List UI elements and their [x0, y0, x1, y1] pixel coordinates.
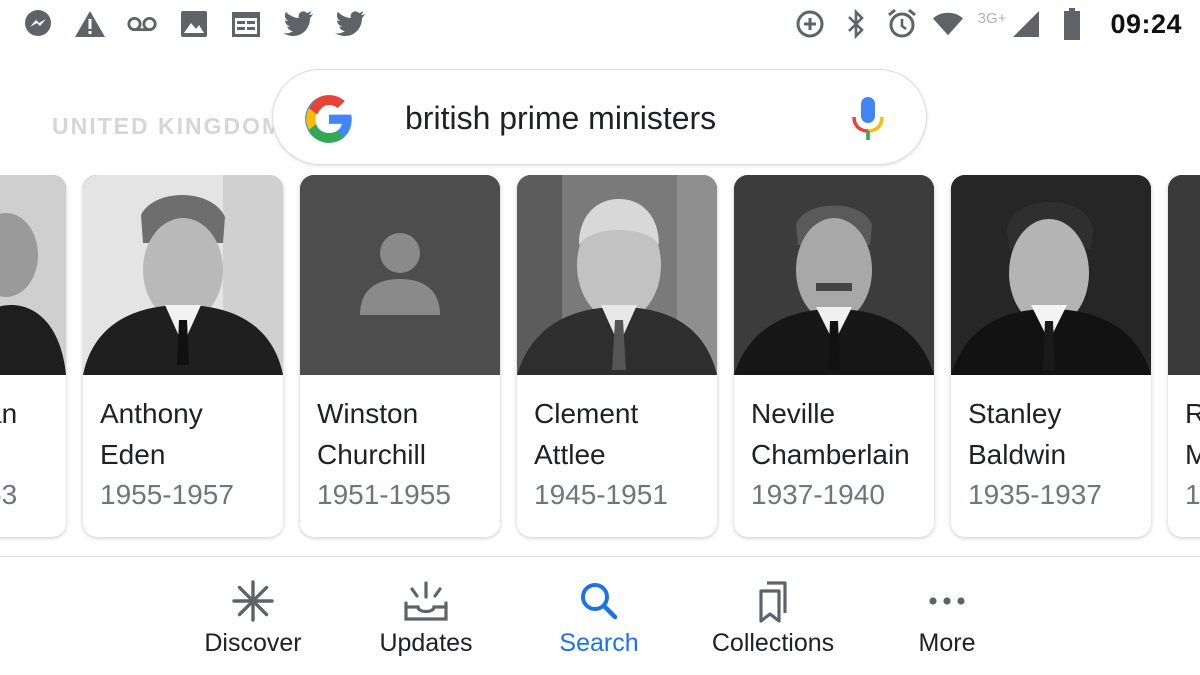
- person-name: Anthony Eden: [100, 398, 203, 470]
- more-dots-icon: [929, 597, 965, 605]
- nav-label: Collections: [711, 629, 835, 657]
- person-card[interactable]: Winston Churchill 1951-1955: [300, 175, 500, 537]
- notification-icons: [22, 8, 366, 40]
- search-icon: [581, 583, 618, 620]
- person-photo: [0, 175, 66, 375]
- nav-label: More: [918, 629, 976, 657]
- person-years: 1951-1955: [317, 479, 451, 510]
- person-years: 53: [0, 479, 18, 510]
- inbox-updates-icon: [404, 581, 448, 621]
- alarm-icon: [886, 8, 918, 40]
- person-name: R M: [1185, 398, 1200, 470]
- nav-label: Search: [559, 629, 639, 657]
- person-photo: [517, 175, 717, 375]
- person-name: Winston Churchill: [317, 398, 426, 470]
- bookmarks-icon: [759, 581, 787, 623]
- search-bar[interactable]: british prime ministers: [272, 69, 927, 165]
- person-years: 1937-1940: [751, 479, 885, 510]
- person-card[interactable]: Anthony Eden 1955-1957: [83, 175, 283, 537]
- person-card[interactable]: R M 1: [1168, 175, 1200, 537]
- calendar-icon: [230, 8, 262, 40]
- nav-more[interactable]: More: [862, 579, 1032, 669]
- data-saver-icon: [794, 8, 826, 40]
- wifi-icon: [932, 8, 964, 40]
- placeholder-person-icon: [300, 175, 500, 375]
- knowledge-panel-heading: UNITED KINGDOM: [52, 113, 282, 139]
- person-name: Neville Chamberlain: [751, 398, 910, 470]
- nav-search[interactable]: Search: [514, 579, 684, 669]
- person-years: 1955-1957: [100, 479, 234, 510]
- voicemail-icon: [126, 8, 158, 40]
- battery-icon: [1056, 8, 1088, 40]
- google-logo: [305, 95, 352, 143]
- asterisk-icon: [232, 580, 274, 622]
- person-photo: [951, 175, 1151, 375]
- person-name: an: [0, 398, 18, 429]
- prime-ministers-carousel[interactable]: an 53 Anthony Eden 1955-1957: [0, 175, 1200, 545]
- person-card[interactable]: Stanley Baldwin 1935-1937: [951, 175, 1151, 537]
- clock: 09:24: [1110, 8, 1182, 39]
- bottom-navigation: Discover Updates Search Collections More: [0, 557, 1200, 675]
- person-card[interactable]: an 53: [0, 175, 66, 537]
- nav-updates[interactable]: Updates: [341, 579, 511, 669]
- person-photo: [83, 175, 283, 375]
- system-icons: 3G+ 09:24: [794, 8, 1182, 40]
- network-type-label: 3G+: [977, 9, 1007, 27]
- person-name: Clement Attlee: [534, 398, 639, 470]
- twitter-icon: [334, 8, 366, 40]
- nav-label: Updates: [379, 629, 473, 657]
- search-query-text[interactable]: british prime ministers: [405, 100, 716, 137]
- person-photo: [734, 175, 934, 375]
- warning-icon: [74, 8, 106, 40]
- person-card[interactable]: Clement Attlee 1945-1951: [517, 175, 717, 537]
- bluetooth-icon: [840, 8, 872, 40]
- cell-signal-icon: [1010, 8, 1042, 40]
- nav-discover[interactable]: Discover: [168, 579, 338, 669]
- person-card[interactable]: Neville Chamberlain 1937-1940: [734, 175, 934, 537]
- person-name: Stanley Baldwin: [968, 398, 1067, 470]
- image-icon: [178, 8, 210, 40]
- person-years: 1935-1937: [968, 479, 1102, 510]
- person-photo: [1168, 175, 1200, 375]
- person-years: 1945-1951: [534, 479, 668, 510]
- nav-collections[interactable]: Collections: [688, 579, 858, 669]
- nav-label: Discover: [204, 629, 302, 657]
- twitter-icon: [282, 8, 314, 40]
- messenger-icon: [22, 8, 54, 40]
- mic-icon[interactable]: [848, 95, 888, 141]
- person-years: 1: [1185, 479, 1200, 510]
- status-bar: 3G+ 09:24: [0, 0, 1200, 54]
